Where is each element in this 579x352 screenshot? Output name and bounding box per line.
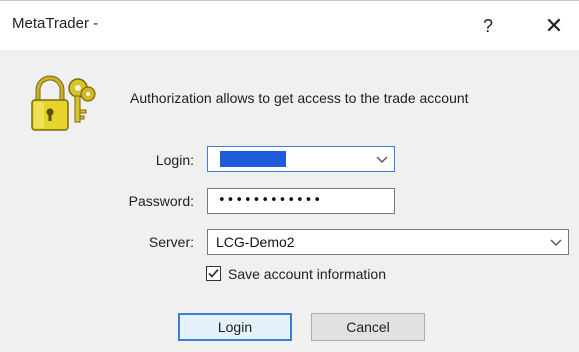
- save-account-info-checkbox[interactable]: [206, 266, 221, 281]
- login-label: Login:: [155, 152, 194, 168]
- checkmark-icon: [208, 268, 219, 278]
- server-label: Server:: [148, 234, 194, 250]
- lock-keys-icon: [31, 75, 96, 131]
- close-button[interactable]: ✕: [532, 11, 576, 41]
- help-button[interactable]: ?: [466, 11, 510, 41]
- save-account-info-label[interactable]: Save account information: [228, 266, 386, 282]
- chevron-down-icon[interactable]: [550, 233, 562, 251]
- login-combobox[interactable]: [207, 146, 395, 172]
- password-value: ••••••••••••: [218, 193, 323, 208]
- server-combobox[interactable]: LCG-Demo2: [207, 229, 569, 255]
- password-label: Password:: [128, 193, 194, 209]
- authorization-message: Authorization allows to get access to th…: [130, 90, 469, 106]
- chevron-down-icon[interactable]: [376, 150, 388, 168]
- cancel-button[interactable]: Cancel: [311, 313, 425, 341]
- metatrader-login-dialog: MetaTrader - ? ✕ Authorization allows to…: [0, 0, 579, 352]
- server-value: LCG-Demo2: [216, 234, 295, 250]
- window-title: MetaTrader -: [12, 15, 99, 32]
- login-value-redacted: [220, 151, 286, 167]
- login-button[interactable]: Login: [178, 313, 292, 341]
- title-bar[interactable]: MetaTrader - ? ✕: [0, 0, 579, 50]
- password-field[interactable]: ••••••••••••: [207, 188, 395, 214]
